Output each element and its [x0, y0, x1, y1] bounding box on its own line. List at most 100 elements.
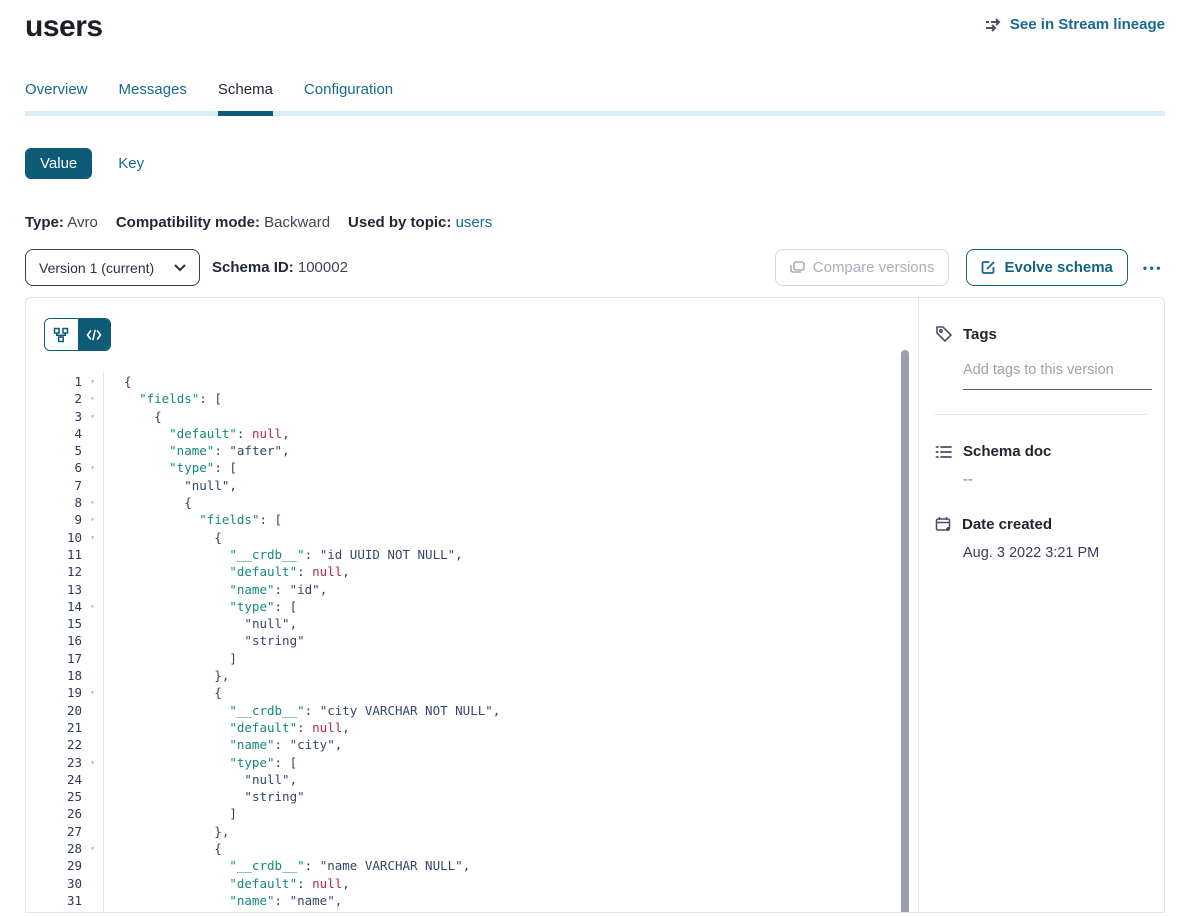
fold-spacer	[82, 615, 103, 632]
fold-spacer	[82, 788, 103, 805]
line-number: 28	[44, 840, 82, 857]
code-view-button[interactable]	[78, 319, 111, 350]
fold-spacer	[82, 805, 103, 822]
fold-arrow-icon[interactable]: ▾	[82, 494, 103, 511]
list-icon	[935, 444, 953, 460]
fold-spacer	[82, 442, 103, 459]
line-number: 8	[44, 494, 82, 511]
code-line: 13 "name": "id",	[44, 581, 918, 598]
line-number: 27	[44, 823, 82, 840]
line-number: 25	[44, 788, 82, 805]
tab-overview[interactable]: Overview	[25, 81, 88, 111]
fold-arrow-icon[interactable]: ▾	[82, 390, 103, 407]
compat-label: Compatibility mode:	[116, 214, 260, 231]
line-number: 18	[44, 667, 82, 684]
key-tab-button[interactable]: Key	[118, 155, 144, 172]
code-line: 27 },	[44, 823, 918, 840]
date-created-title: Date created	[962, 516, 1052, 533]
schema-page: users See in Stream lineage Overview Mess…	[0, 0, 1189, 916]
code-text: "default": null,	[103, 719, 918, 736]
code-line: 23▾ "type": [	[44, 754, 918, 771]
fold-spacer	[82, 425, 103, 442]
line-number: 5	[44, 442, 82, 459]
page-title: users	[25, 10, 103, 44]
code-line: 29 "__crdb__": "name VARCHAR NULL",	[44, 857, 918, 874]
code-line: 2▾ "fields": [	[44, 390, 918, 407]
code-line: 17 ]	[44, 650, 918, 667]
more-actions-button[interactable]: •••	[1141, 257, 1165, 279]
code-line: 6▾ "type": [	[44, 459, 918, 476]
fold-arrow-icon[interactable]: ▾	[82, 909, 103, 913]
fold-spacer	[82, 875, 103, 892]
line-number: 14	[44, 598, 82, 615]
fold-spacer	[82, 581, 103, 598]
version-select[interactable]: Version 1 (current)	[25, 249, 200, 286]
line-number: 20	[44, 702, 82, 719]
sidebar-divider	[935, 414, 1148, 415]
vertical-scrollbar[interactable]	[901, 350, 909, 912]
tags-header: Tags	[935, 325, 1148, 343]
page-header: users See in Stream lineage	[25, 10, 1165, 44]
fold-arrow-icon[interactable]: ▾	[82, 684, 103, 701]
code-line: 22 "name": "city",	[44, 736, 918, 753]
compare-versions-label: Compare versions	[813, 259, 935, 276]
type-field: Type: Avro	[25, 214, 98, 231]
schema-id-value: 100002	[298, 259, 348, 276]
code-text: "__crdb__": "name VARCHAR NULL",	[103, 857, 918, 874]
used-by-topic-link[interactable]: users	[456, 214, 493, 231]
code-view-icon	[86, 329, 102, 341]
code-text: "null",	[103, 615, 918, 632]
code-text: "name": "city",	[103, 736, 918, 753]
code-text: "fields": [	[103, 511, 918, 528]
code-text: "default": null,	[103, 875, 918, 892]
line-number: 17	[44, 650, 82, 667]
line-number: 23	[44, 754, 82, 771]
value-tab-button[interactable]: Value	[25, 148, 92, 179]
tab-configuration[interactable]: Configuration	[304, 81, 393, 111]
code-text: {	[103, 408, 918, 425]
line-number: 10	[44, 529, 82, 546]
fold-arrow-icon[interactable]: ▾	[82, 459, 103, 476]
code-text: "string"	[103, 632, 918, 649]
tab-messages[interactable]: Messages	[119, 81, 187, 111]
fold-arrow-icon[interactable]: ▾	[82, 598, 103, 615]
code-text: "__crdb__": "id UUID NOT NULL",	[103, 546, 918, 563]
fold-arrow-icon[interactable]: ▾	[82, 408, 103, 425]
line-number: 15	[44, 615, 82, 632]
schema-doc-header: Schema doc	[935, 443, 1148, 460]
compat-field: Compatibility mode: Backward	[116, 214, 330, 231]
compare-versions-button[interactable]: Compare versions	[775, 249, 950, 286]
fold-arrow-icon[interactable]: ▾	[82, 529, 103, 546]
add-tags-input[interactable]	[963, 362, 1152, 390]
see-in-stream-lineage-link[interactable]: See in Stream lineage	[985, 16, 1165, 33]
tab-schema[interactable]: Schema	[218, 81, 273, 111]
schema-panel: 1▾{2▾ "fields": [3▾ {4 "default": null,5…	[25, 297, 1165, 913]
calendar-plus-icon	[935, 516, 952, 533]
fold-arrow-icon[interactable]: ▾	[82, 840, 103, 857]
fold-arrow-icon[interactable]: ▾	[82, 511, 103, 528]
line-number: 19	[44, 684, 82, 701]
evolve-schema-label: Evolve schema	[1004, 259, 1112, 276]
fold-spacer	[82, 892, 103, 909]
fold-spacer	[82, 771, 103, 788]
tree-view-button[interactable]	[45, 319, 78, 350]
evolve-schema-button[interactable]: Evolve schema	[966, 249, 1127, 286]
code-line: 32▾ "type": [	[44, 909, 918, 913]
chevron-down-icon	[174, 264, 186, 272]
line-number: 4	[44, 425, 82, 442]
code-text: ]	[103, 805, 918, 822]
fold-arrow-icon[interactable]: ▾	[82, 754, 103, 771]
code-line: 10▾ {	[44, 529, 918, 546]
code-text: "type": [	[103, 598, 918, 615]
topic-field: Used by topic: users	[348, 214, 492, 231]
code-text: {	[103, 684, 918, 701]
code-line: 14▾ "type": [	[44, 598, 918, 615]
schema-doc-value: --	[963, 472, 1148, 488]
code-line: 12 "default": null,	[44, 563, 918, 580]
fold-spacer	[82, 702, 103, 719]
fold-spacer	[82, 563, 103, 580]
schema-doc-title: Schema doc	[963, 443, 1051, 460]
view-toggle	[44, 318, 111, 351]
code-line: 5 "name": "after",	[44, 442, 918, 459]
fold-arrow-icon[interactable]: ▾	[82, 373, 103, 390]
